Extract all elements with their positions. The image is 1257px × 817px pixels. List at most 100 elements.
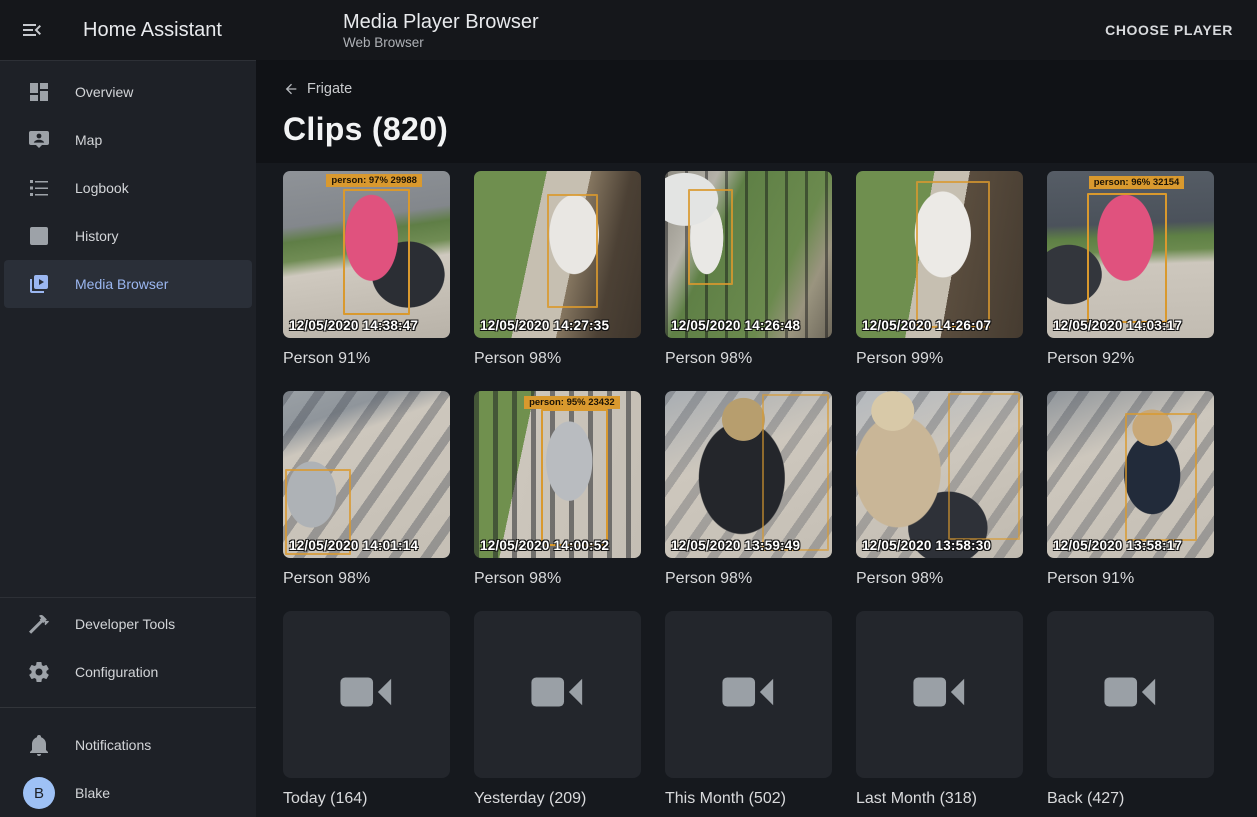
arrow-left-icon (283, 81, 299, 97)
gear-icon (27, 660, 51, 684)
timestamp-overlay: 12/05/2020 14:38:47 (289, 318, 418, 333)
clip-caption: Person 98% (283, 570, 450, 588)
videocam-icon (338, 670, 396, 719)
page-subtitle: Web Browser (343, 34, 539, 51)
clip-caption: Person 98% (665, 350, 832, 368)
sidebar-item-logbook[interactable]: Logbook (4, 164, 252, 212)
clip-thumbnail[interactable]: 12/05/2020 13:59:49 (665, 391, 832, 558)
clip-caption: Person 91% (283, 350, 450, 368)
sidebar-item-label: Media Browser (75, 276, 168, 292)
folder-thumbnail[interactable] (665, 611, 832, 778)
sidebar-item-history[interactable]: History (4, 212, 252, 260)
folder-caption: Today (164) (283, 790, 450, 808)
folder-tile[interactable]: This Month (502) (665, 611, 832, 808)
folder-thumbnail[interactable] (474, 611, 641, 778)
clip-thumbnail[interactable]: person: 97% 2998812/05/2020 14:38:47 (283, 171, 450, 338)
clip-tile[interactable]: person: 95% 2343212/05/2020 14:00:52Pers… (474, 391, 641, 588)
clip-caption: Person 98% (474, 350, 641, 368)
person-bounding-box (1087, 193, 1167, 323)
folder-thumbnail[interactable] (856, 611, 1023, 778)
timestamp-overlay: 12/05/2020 14:27:35 (480, 318, 609, 333)
person-bounding-box (916, 181, 989, 328)
dashboard-icon (27, 80, 51, 104)
map-account-icon (27, 128, 51, 152)
clip-thumbnail[interactable]: 12/05/2020 13:58:30 (856, 391, 1023, 558)
page-title-block: Media Player Browser Web Browser (343, 10, 539, 51)
folder-caption: This Month (502) (665, 790, 832, 808)
sidebar-spacer (0, 308, 256, 597)
clip-thumbnail[interactable]: person: 96% 32154 12/05/2020 14:03:17 (1047, 171, 1214, 338)
media-scroll-area[interactable]: person: 97% 2998812/05/2020 14:38:47 Pers… (256, 163, 1257, 817)
clip-tile[interactable]: 12/05/2020 14:26:48 Person 98% (665, 171, 832, 368)
clip-tile[interactable]: 12/05/2020 14:27:35 Person 98% (474, 171, 641, 368)
videocam-icon (911, 670, 969, 719)
timestamp-overlay: 12/05/2020 14:03:17 (1053, 318, 1182, 333)
sidebar-bottom-group: Notifications B Blake (0, 707, 256, 817)
clip-caption: Person 98% (665, 570, 832, 588)
sidebar-item-configuration[interactable]: Configuration (4, 648, 252, 696)
folder-thumbnail[interactable] (1047, 611, 1214, 778)
page-title: Media Player Browser (343, 10, 539, 34)
videocam-icon (1102, 670, 1160, 719)
clip-tile[interactable]: 12/05/2020 13:58:17 Person 91% (1047, 391, 1214, 588)
main-content: Frigate Clips (820) person: 97% 2998812/… (256, 60, 1257, 817)
folder-tile[interactable]: Today (164) (283, 611, 450, 808)
timestamp-overlay: 12/05/2020 13:58:17 (1053, 538, 1182, 553)
menu-open-icon[interactable] (8, 6, 56, 54)
clip-tile[interactable]: person: 96% 3215412/05/2020 14:03:17Pers… (1047, 171, 1214, 368)
sidebar-item-label: Logbook (75, 180, 129, 196)
person-bounding-box (547, 194, 597, 308)
sidebar-item-developer-tools[interactable]: Developer Tools (4, 600, 252, 648)
sidebar-footer-group: Developer Tools Configuration Notificati… (0, 597, 256, 817)
app-window: Home Assistant Media Player Browser Web … (0, 0, 1257, 817)
sidebar-item-user[interactable]: B Blake (4, 769, 252, 817)
sidebar-item-notifications[interactable]: Notifications (4, 721, 252, 769)
sidebar-item-label: Notifications (75, 737, 151, 753)
clip-tile[interactable]: 12/05/2020 14:01:14 Person 98% (283, 391, 450, 588)
page-heading: Clips (820) (283, 111, 1257, 148)
sidebar-item-label: Map (75, 132, 102, 148)
bbox-label: person: 95% 23432 (524, 396, 620, 409)
folder-thumbnail[interactable] (283, 611, 450, 778)
clip-tile[interactable]: 12/05/2020 14:26:07 Person 99% (856, 171, 1023, 368)
user-name-label: Blake (75, 785, 110, 801)
sidebar-item-media-browser[interactable]: Media Browser (4, 260, 252, 308)
app-bar-left: Home Assistant (0, 6, 256, 54)
clip-thumbnail[interactable]: 12/05/2020 14:27:35 (474, 171, 641, 338)
clip-thumbnail[interactable]: 12/05/2020 14:26:07 (856, 171, 1023, 338)
clip-caption: Person 99% (856, 350, 1023, 368)
sidebar-nav: Overview Map Logbook History Media Brows… (0, 61, 256, 308)
clip-thumbnail[interactable]: person: 95% 2343212/05/2020 14:00:52 (474, 391, 641, 558)
choose-player-button[interactable]: CHOOSE PLAYER (1093, 12, 1245, 48)
person-bounding-box (343, 189, 410, 314)
clips-grid: person: 97% 2998812/05/2020 14:38:47 Pers… (283, 171, 1257, 808)
folder-tile[interactable]: Back (427) (1047, 611, 1214, 808)
timestamp-overlay: 12/05/2020 13:59:49 (671, 538, 800, 553)
person-bounding-box (541, 409, 608, 546)
timestamp-overlay: 12/05/2020 13:58:30 (862, 538, 991, 553)
person-bounding-box (762, 394, 829, 551)
clip-caption: Person 91% (1047, 570, 1214, 588)
timestamp-overlay: 12/05/2020 14:26:48 (671, 318, 800, 333)
clip-tile[interactable]: 12/05/2020 13:58:30Person 98% (856, 391, 1023, 588)
bbox-label: person: 96% 32154 (1089, 176, 1185, 189)
folder-tile[interactable]: Last Month (318) (856, 611, 1023, 808)
clip-thumbnail[interactable]: 12/05/2020 14:01:14 (283, 391, 450, 558)
folder-caption: Yesterday (209) (474, 790, 641, 808)
clip-thumbnail[interactable]: 12/05/2020 14:26:48 (665, 171, 832, 338)
sidebar-item-label: Overview (75, 84, 133, 100)
sidebar-item-label: History (75, 228, 119, 244)
clip-tile[interactable]: person: 97% 2998812/05/2020 14:38:47 Pers… (283, 171, 450, 368)
timestamp-overlay: 12/05/2020 14:01:14 (289, 538, 418, 553)
sidebar: Overview Map Logbook History Media Brows… (0, 60, 256, 817)
clip-tile[interactable]: 12/05/2020 13:59:49 Person 98% (665, 391, 832, 588)
sidebar-item-overview[interactable]: Overview (4, 68, 252, 116)
sidebar-item-label: Configuration (75, 664, 158, 680)
clip-thumbnail[interactable]: 12/05/2020 13:58:17 (1047, 391, 1214, 558)
folder-tile[interactable]: Yesterday (209) (474, 611, 641, 808)
avatar: B (23, 777, 55, 809)
media-browser-header: Frigate Clips (820) (256, 60, 1257, 163)
sidebar-item-map[interactable]: Map (4, 116, 252, 164)
person-bounding-box (688, 189, 733, 284)
breadcrumb[interactable]: Frigate (283, 81, 352, 97)
